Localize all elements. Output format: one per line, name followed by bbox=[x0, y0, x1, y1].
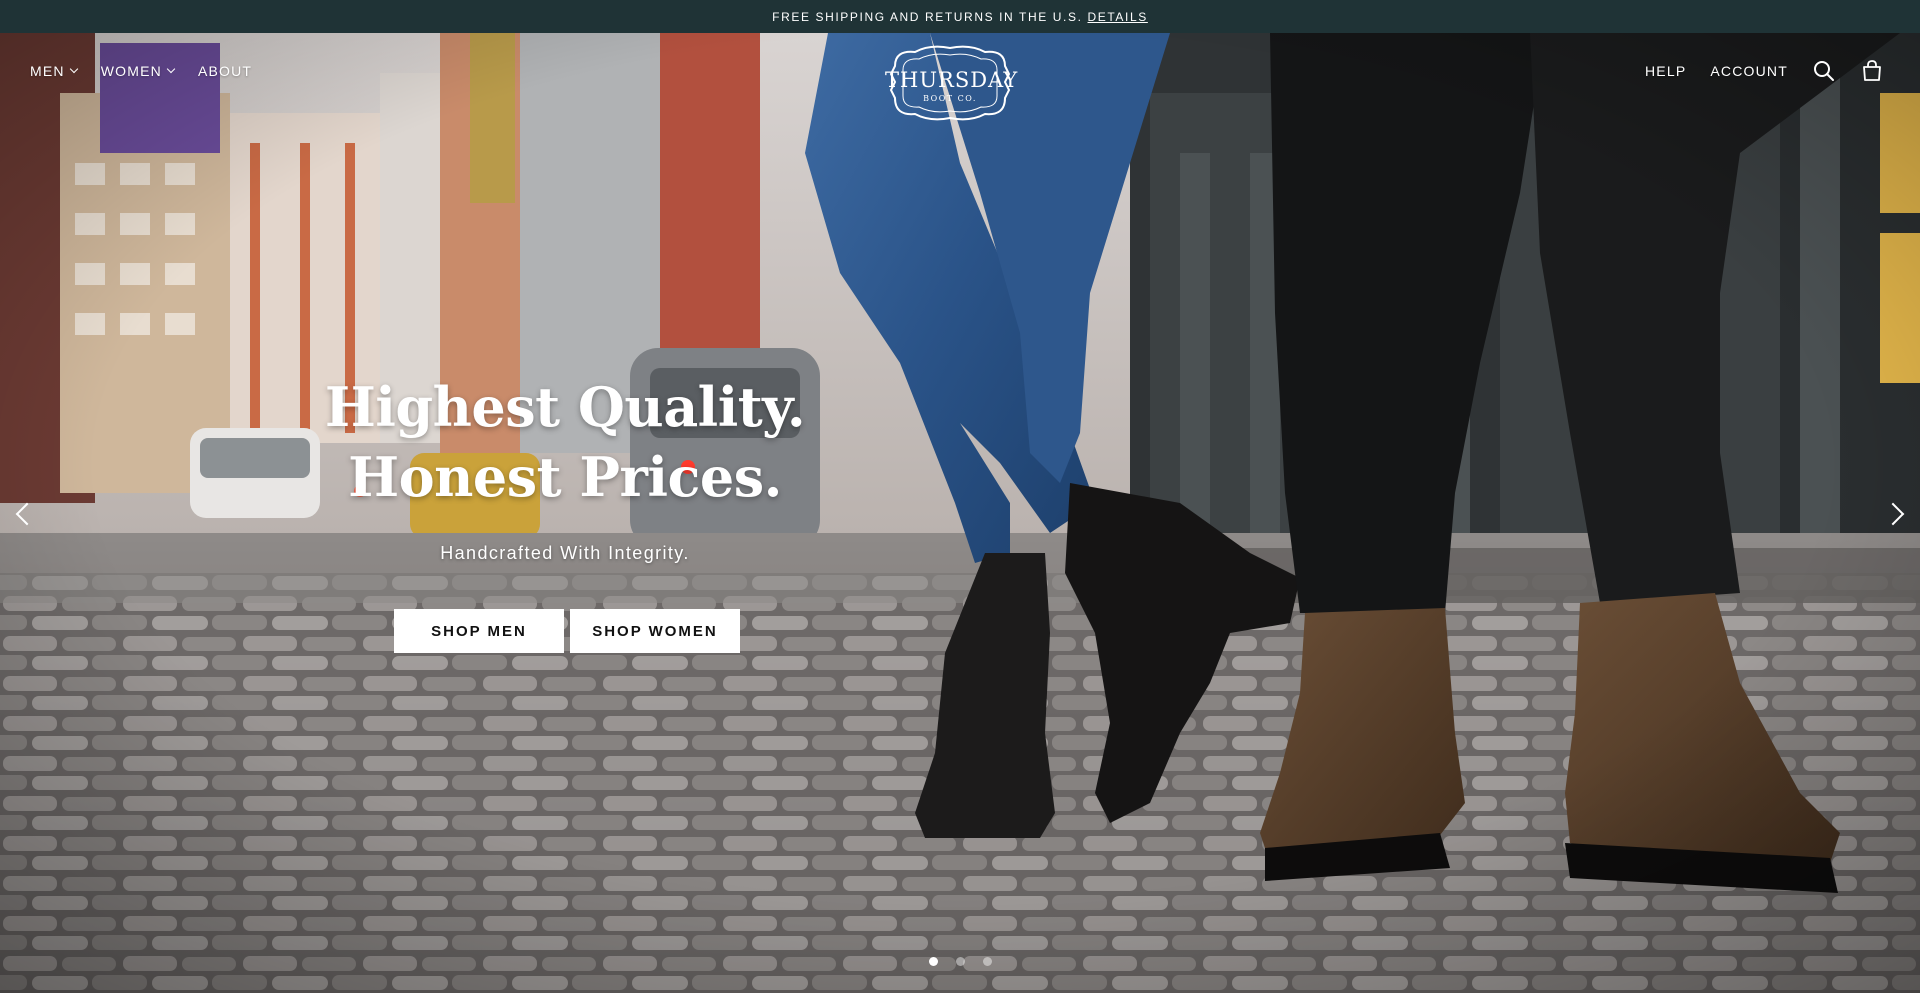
brand-logo[interactable]: THURSDAY BOOT CO. bbox=[885, 44, 1019, 124]
nav-item-about-label: ABOUT bbox=[197, 63, 253, 79]
primary-nav: MEN WOMEN ABOUT bbox=[30, 60, 252, 82]
brand-name: THURSDAY bbox=[885, 68, 1019, 92]
hero-cta-group: SHOP MEN SHOP WOMEN bbox=[394, 609, 740, 653]
hero-subhead: Handcrafted With Integrity. bbox=[440, 543, 690, 563]
hero-background-image bbox=[0, 33, 1920, 993]
nav-item-account[interactable]: ACCOUNT bbox=[1710, 63, 1788, 79]
search-button[interactable] bbox=[1812, 59, 1836, 83]
cart-button[interactable] bbox=[1860, 59, 1884, 83]
chevron-down-icon bbox=[69, 64, 78, 74]
announcement-bar: FREE SHIPPING AND RETURNS IN THE U.S. DE… bbox=[0, 0, 1920, 33]
hero-headline-line-2: Honest Prices. bbox=[348, 445, 782, 509]
nav-item-about[interactable]: ABOUT bbox=[198, 63, 252, 79]
nav-item-women-label: WOMEN bbox=[100, 63, 162, 79]
chevron-down-icon bbox=[166, 64, 176, 74]
carousel-next-button[interactable] bbox=[1881, 496, 1912, 532]
chevron-left-icon bbox=[15, 502, 39, 526]
nav-item-help[interactable]: HELP bbox=[1645, 63, 1686, 79]
carousel-dot-1[interactable] bbox=[929, 957, 938, 966]
carousel-prev-button[interactable] bbox=[8, 496, 39, 532]
announcement-text: FREE SHIPPING AND RETURNS IN THE U.S. bbox=[772, 9, 1083, 24]
nav-item-account-label: ACCOUNT bbox=[1710, 63, 1788, 79]
shop-women-button[interactable]: SHOP WOMEN bbox=[570, 609, 740, 653]
hero-headline: Highest Quality. Honest Prices. bbox=[300, 372, 830, 512]
hero-headline-line-1: Highest Quality. bbox=[324, 375, 806, 439]
brand-subtitle: BOOT CO. bbox=[923, 94, 977, 103]
nav-item-help-label: HELP bbox=[1645, 63, 1687, 79]
chevron-right-icon bbox=[1881, 502, 1905, 526]
utility-nav: HELP ACCOUNT bbox=[1645, 58, 1884, 84]
hero-banner bbox=[0, 33, 1920, 993]
cart-icon bbox=[1863, 60, 1881, 81]
search-icon bbox=[1814, 61, 1834, 81]
shop-men-button[interactable]: SHOP MEN bbox=[394, 609, 564, 653]
carousel-pagination bbox=[929, 957, 992, 966]
nav-item-women[interactable]: WOMEN bbox=[100, 63, 176, 79]
announcement-details-link[interactable]: DETAILS bbox=[1088, 10, 1148, 24]
carousel-dot-2[interactable] bbox=[956, 957, 965, 966]
nav-item-men[interactable]: MEN bbox=[30, 63, 78, 79]
nav-item-men-label: MEN bbox=[30, 63, 65, 79]
carousel-dot-3[interactable] bbox=[983, 957, 992, 966]
